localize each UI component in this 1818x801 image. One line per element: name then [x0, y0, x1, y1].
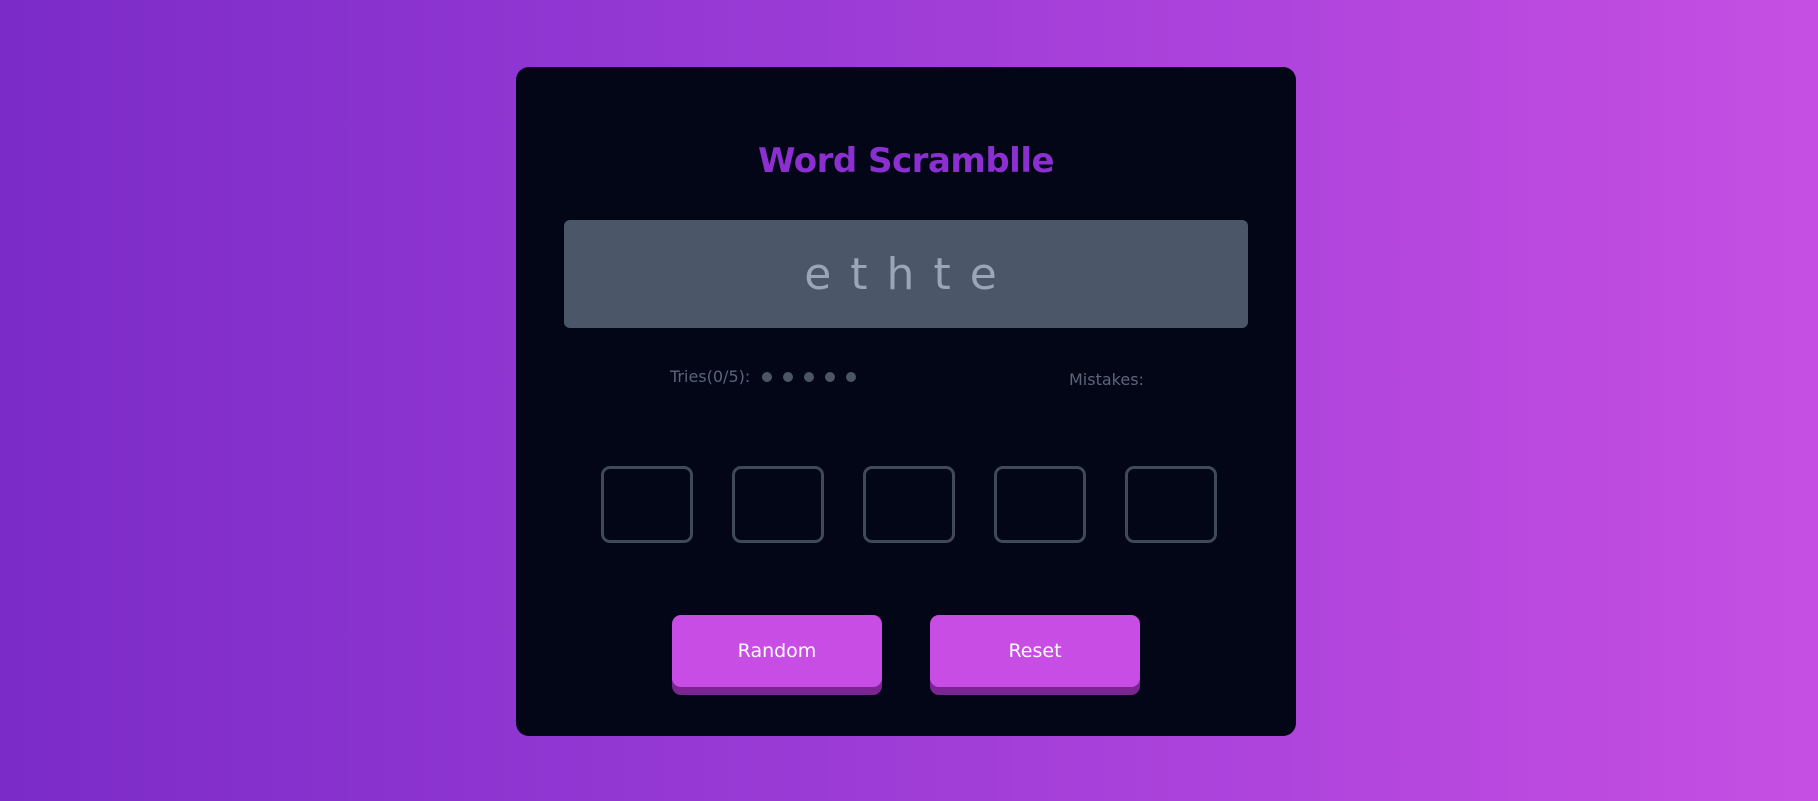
letter-input-5[interactable] — [1125, 466, 1217, 543]
try-dot — [804, 371, 815, 382]
scrambled-word-display: ethte — [564, 220, 1248, 328]
mistakes-indicator: Mistakes: — [1069, 370, 1144, 389]
tries-label: Tries(0/5): — [670, 367, 751, 386]
letter-input-1[interactable] — [601, 466, 693, 543]
letter-input-3[interactable] — [863, 466, 955, 543]
try-dot — [846, 371, 857, 382]
reset-button[interactable]: Reset — [930, 615, 1140, 687]
game-card: Word Scramblle ethte Tries(0/5): Mistake… — [516, 67, 1296, 736]
try-dot — [762, 371, 773, 382]
try-dot — [783, 371, 794, 382]
game-title: Word Scramblle — [757, 141, 1055, 181]
try-dot — [825, 371, 836, 382]
random-button[interactable]: Random — [672, 615, 882, 687]
tries-dots — [762, 371, 857, 382]
letter-input-4[interactable] — [994, 466, 1086, 543]
tries-indicator: Tries(0/5): — [670, 367, 857, 386]
letter-input-2[interactable] — [732, 466, 824, 543]
letter-inputs — [601, 466, 1217, 543]
mistakes-label: Mistakes: — [1069, 370, 1144, 389]
